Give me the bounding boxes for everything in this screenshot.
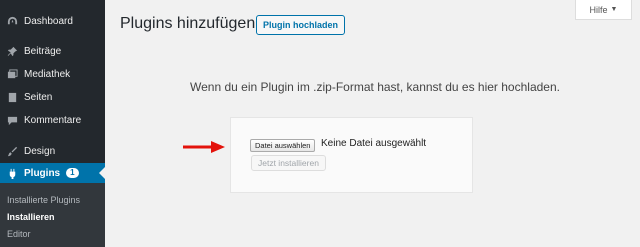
sidebar-item-label: Seiten <box>24 91 53 103</box>
dashboard-icon <box>6 15 18 27</box>
sidebar-item-dashboard[interactable]: Dashboard <box>0 11 105 31</box>
submenu-item-install[interactable]: Installieren <box>7 212 55 222</box>
page-title: Plugins hinzufügen <box>120 15 256 32</box>
sidebar-item-kommentare[interactable]: Kommentare <box>0 110 105 130</box>
pages-icon <box>6 91 18 103</box>
brush-icon <box>6 145 18 157</box>
sidebar-item-plugins[interactable]: Plugins 1 <box>0 163 105 183</box>
pin-icon <box>6 45 18 57</box>
upload-instruction: Wenn du ein Plugin im .zip-Format hast, … <box>190 80 560 94</box>
submenu-item-installed[interactable]: Installierte Plugins <box>7 195 80 205</box>
sidebar-item-beitraege[interactable]: Beiträge <box>0 41 105 61</box>
media-icon <box>6 68 18 80</box>
sidebar-item-label: Dashboard <box>24 15 73 27</box>
plugin-icon <box>6 167 18 179</box>
update-count-badge: 1 <box>66 168 79 178</box>
submenu-item-editor[interactable]: Editor <box>7 229 31 239</box>
comments-icon <box>6 114 18 126</box>
install-now-button[interactable]: Jetzt installieren <box>251 155 326 171</box>
sidebar-item-label: Plugins <box>24 167 61 179</box>
caret-down-icon: ▼ <box>610 6 618 13</box>
upload-plugin-button[interactable]: Plugin hochladen <box>256 15 346 35</box>
sidebar-item-design[interactable]: Design <box>0 141 105 161</box>
choose-file-button[interactable]: Datei auswählen <box>250 139 316 152</box>
help-tab[interactable]: Hilfe ▼ <box>575 0 632 20</box>
active-indicator <box>99 167 105 179</box>
help-tab-label: Hilfe <box>589 4 608 15</box>
sidebar-item-seiten[interactable]: Seiten <box>0 87 105 107</box>
sidebar-item-label: Design <box>24 145 56 157</box>
admin-sidebar: Dashboard Beiträge Mediathek Seiten Komm… <box>0 0 105 247</box>
sidebar-item-label: Kommentare <box>24 114 82 126</box>
sidebar-item-label: Beiträge <box>24 45 62 57</box>
sidebar-item-mediathek[interactable]: Mediathek <box>0 64 105 84</box>
file-status-text: Keine Datei ausgewählt <box>321 138 427 149</box>
plugins-submenu: Installierte Plugins Installieren Editor <box>0 183 105 247</box>
sidebar-item-label: Mediathek <box>24 68 71 80</box>
red-arrow-icon <box>183 141 225 153</box>
